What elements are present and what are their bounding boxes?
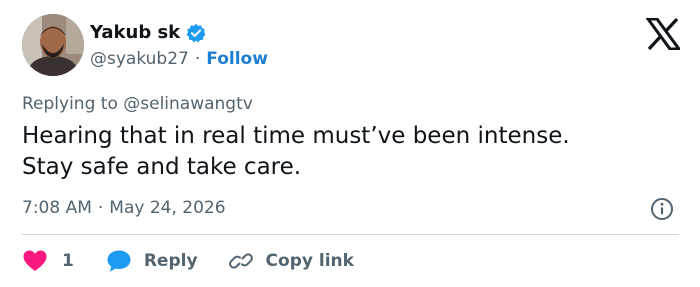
like-button[interactable]: 1	[22, 249, 74, 273]
copy-link-label: Copy link	[265, 251, 354, 271]
handle-separator: ·	[194, 49, 201, 69]
tweet-text: Hearing that in real time must’ve been i…	[22, 121, 682, 183]
avatar-photo	[22, 14, 84, 76]
tweet-text-line: Hearing that in real time must’ve been i…	[22, 123, 570, 149]
tweet-text-line: Stay safe and take care.	[22, 154, 302, 180]
tweet-timestamp[interactable]: 7:08 AM · May 24, 2026	[22, 198, 226, 218]
avatar[interactable]	[22, 14, 84, 76]
divider	[22, 234, 679, 235]
link-icon	[228, 253, 253, 269]
tweet-actions: 1 Reply Copy link	[22, 246, 354, 276]
reply-button[interactable]: Reply	[106, 249, 198, 273]
verified-badge-icon	[186, 23, 206, 42]
replying-prefix: Replying to	[22, 94, 118, 114]
x-logo-icon[interactable]	[646, 18, 680, 50]
tweet-date: May 24, 2026	[109, 198, 226, 218]
tweet-time: 7:08 AM	[22, 198, 92, 218]
author-name-row: Yakub sk	[90, 22, 206, 43]
author-name[interactable]: Yakub sk	[90, 22, 180, 43]
replying-to: Replying to @selinawangtv	[22, 94, 253, 114]
author-handle[interactable]: @syakub27	[90, 49, 189, 69]
author-handle-row: @syakub27 · Follow	[90, 49, 268, 69]
reply-label: Reply	[143, 251, 198, 271]
follow-button[interactable]: Follow	[206, 49, 268, 69]
info-icon[interactable]	[650, 197, 674, 221]
heart-icon	[23, 250, 47, 271]
tweet-header: Yakub sk @syakub27 · Follow	[22, 14, 682, 80]
like-count: 1	[62, 251, 74, 271]
speech-bubble-icon	[107, 250, 131, 272]
timestamp-separator: ·	[97, 198, 104, 218]
reply-mention[interactable]: @selinawangtv	[123, 94, 253, 114]
copy-link-button[interactable]: Copy link	[228, 249, 354, 273]
